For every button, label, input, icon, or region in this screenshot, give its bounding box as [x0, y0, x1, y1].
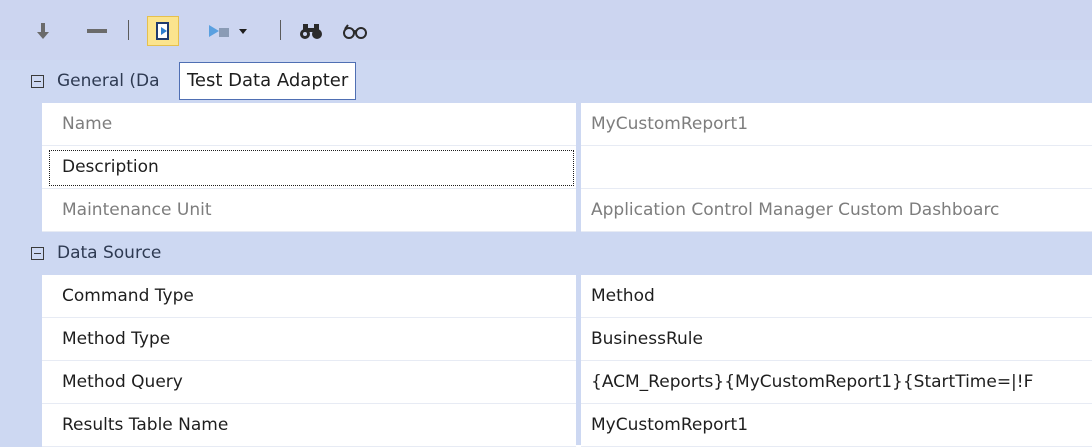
property-row-method-query[interactable]: Method Query {ACM_Reports}{MyCustomRepor…	[0, 361, 1092, 404]
run-dropdown-button[interactable]	[206, 16, 256, 46]
tooltip: Test Data Adapter	[179, 62, 357, 100]
property-row-method-type[interactable]: Method Type BusinessRule	[0, 318, 1092, 361]
property-row-command-type[interactable]: Command Type Method	[0, 275, 1092, 318]
property-name: Results Table Name	[62, 415, 229, 435]
category-label: General (Da	[57, 71, 160, 91]
property-value[interactable]: BusinessRule	[591, 318, 703, 361]
property-name: Description	[62, 157, 159, 177]
minus-icon	[87, 29, 107, 33]
property-value[interactable]: Method	[591, 275, 655, 318]
property-row-name[interactable]: Name MyCustomReport1	[0, 103, 1092, 146]
view-button[interactable]	[340, 16, 370, 46]
binoculars-icon	[300, 24, 322, 39]
property-value[interactable]: MyCustomReport1	[591, 103, 748, 146]
property-row-maintenance-unit[interactable]: Maintenance Unit Application Control Man…	[0, 189, 1092, 232]
category-data-source[interactable]: Data Source	[0, 232, 1092, 275]
find-button[interactable]	[296, 16, 326, 46]
toolbar	[0, 0, 1092, 60]
collapse-icon[interactable]	[31, 75, 44, 88]
property-name: Command Type	[62, 286, 194, 306]
property-name: Method Type	[62, 329, 171, 349]
property-name: Maintenance Unit	[62, 200, 212, 220]
collapse-icon[interactable]	[31, 247, 44, 260]
property-value[interactable]: Application Control Manager Custom Dashb…	[591, 189, 999, 232]
test-data-adapter-icon	[156, 22, 169, 40]
toolbar-separator	[128, 20, 129, 40]
glasses-icon	[343, 24, 367, 39]
property-name: Name	[62, 114, 113, 134]
category-label: Data Source	[57, 243, 162, 263]
arrow-down-icon	[37, 23, 49, 39]
property-grid: General (Da Name MyCustomReport1 Descrip…	[0, 60, 1092, 447]
move-down-button[interactable]	[30, 16, 56, 46]
property-value[interactable]: MyCustomReport1	[591, 404, 748, 447]
property-row-results-table-name[interactable]: Results Table Name MyCustomReport1	[0, 404, 1092, 447]
category-general[interactable]: General (Da	[0, 60, 1092, 103]
column-splitter[interactable]	[576, 60, 581, 445]
remove-button[interactable]	[84, 16, 110, 46]
property-row-description[interactable]: Description	[0, 146, 1092, 189]
test-data-adapter-button[interactable]	[147, 16, 179, 46]
run-dropdown-icon	[209, 25, 247, 37]
property-value[interactable]: {ACM_Reports}{MyCustomReport1}{StartTime…	[591, 361, 1033, 404]
property-name: Method Query	[62, 372, 183, 392]
toolbar-separator	[280, 20, 281, 40]
